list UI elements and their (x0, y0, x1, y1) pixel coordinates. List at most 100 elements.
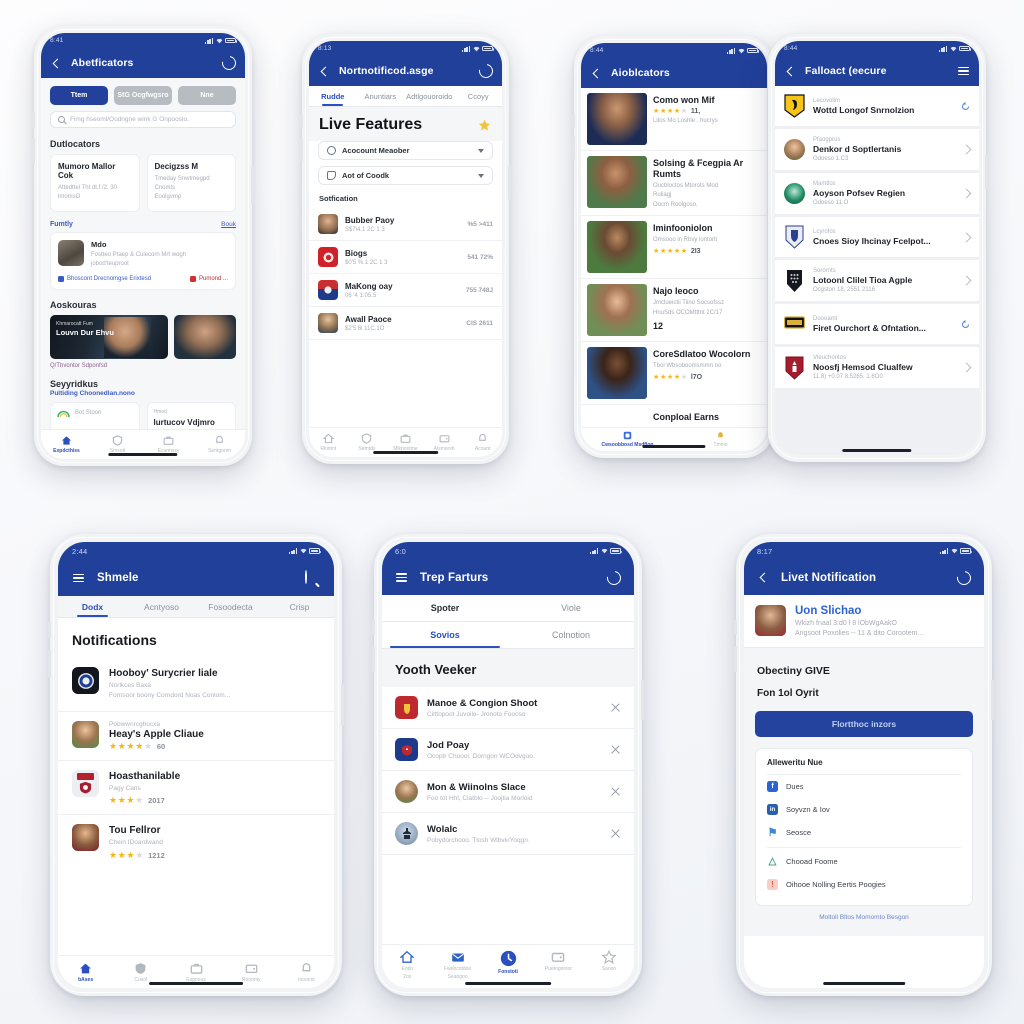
nav-item-shield[interactable]: Cuvol (113, 962, 168, 983)
nav-item-home[interactable]: bAses (58, 962, 113, 983)
tab-ccoyy[interactable]: Ccoyy (454, 86, 502, 106)
chevron-right-icon[interactable] (961, 275, 972, 286)
nav-item-wallet[interactable]: Puetogontor (533, 950, 583, 972)
chevron-right-icon[interactable] (961, 362, 972, 373)
chevron-right-icon[interactable] (961, 232, 972, 242)
list-item[interactable]: MaKong oay 06 '4 1:05.5 755 748J (309, 274, 502, 307)
tab-adtlgouoroido[interactable]: Adtlgouoroido (404, 86, 454, 106)
sync-icon[interactable] (961, 319, 970, 329)
tab-acntyoso[interactable]: Acntyoso (127, 596, 196, 617)
team-row[interactable]: Doooamt Firet Ourchort & Ofntation... (775, 304, 979, 347)
tab-viole[interactable]: Viole (508, 595, 634, 621)
refresh-icon[interactable] (476, 61, 496, 81)
hamburger-icon[interactable] (395, 571, 408, 584)
filter-chip-2[interactable]: Nne (178, 86, 236, 105)
share-item-facebook[interactable]: f Dues (767, 775, 961, 798)
footer-link[interactable]: Moltoll Bltos Momomto Besgon (755, 906, 973, 925)
nav-item-home[interactable]: Expdcthiss (41, 435, 92, 454)
dropdown-aot-of-coodk[interactable]: Aot of Coodk (318, 166, 493, 185)
app-list-item[interactable]: Solsing & Fcegpia Ar Rumts Oucbloctos Mt… (581, 151, 767, 217)
back-icon[interactable] (757, 571, 770, 584)
team-row[interactable]: Vleuchontos Noosfj Hemsod Clualfew 11.8)… (775, 347, 979, 388)
nav-item-briefcase[interactable]: Ecunnssy (143, 435, 194, 454)
list-item[interactable]: Bubber Paoy S$7i4.1 2C 1 3 %5 >411 (309, 208, 502, 241)
notification-item[interactable]: Tou Fellror Chein IDoardwand ★ ★ ★ ★ 1212 (58, 815, 334, 868)
feature-card-tag-right[interactable]: Pumond ... (189, 275, 228, 282)
back-icon[interactable] (590, 67, 603, 80)
back-icon[interactable] (318, 65, 331, 78)
tab-sovios[interactable]: Sovios (382, 622, 508, 648)
media-thumb[interactable] (173, 314, 236, 359)
tab-dodx[interactable]: Dodx (58, 596, 127, 617)
chevron-right-icon[interactable] (961, 144, 972, 155)
refresh-icon[interactable] (604, 567, 624, 588)
family-link[interactable]: Bouk (221, 221, 236, 228)
chevron-right-icon[interactable] (961, 188, 972, 199)
search-icon[interactable] (305, 569, 320, 586)
tab-crisp[interactable]: Crisp (265, 596, 334, 617)
feature-row[interactable]: Manoe & Congion Shoot Cilttopoot Juvoilo… (382, 687, 634, 729)
primary-cta-button[interactable]: Flortthoc inzors (755, 711, 973, 737)
close-icon[interactable] (610, 828, 621, 839)
tab-spoter[interactable]: Spoter (382, 595, 508, 621)
app-list-item[interactable]: Najo Ieoco Jmclueictii Tiino Socsofssz H… (581, 279, 767, 343)
nav-item-bell[interactable]: Sentgonm (194, 435, 245, 454)
nav-item-briefcase[interactable]: Mlknontme (386, 433, 425, 452)
nav-item-bell[interactable]: Ioounnt (279, 962, 334, 983)
team-row[interactable]: Pfaogpros Denkor d Soptlertanis Gdoeso 1… (775, 129, 979, 173)
nav-item-mail[interactable]: Fwebcotdoo Seangoo (432, 950, 482, 981)
search-input[interactable]: Fimg hseoml/Oodngne wink G Onpooslo. (50, 111, 236, 128)
app-list-item[interactable]: Como won Mif ★ ★ ★ ★ ★ 11, Litos Mo Loshle .… (581, 88, 767, 151)
nav-item-home[interactable]: Eotio 2os (382, 950, 432, 981)
dropdown-account-member[interactable]: Acocount Meaober (318, 141, 493, 160)
app-list-item[interactable]: Iminfooniolon Omsooo in Rbvy lontorti ★ ★… (581, 216, 767, 280)
app-list-item[interactable]: CoreSdlatoo Wocolorn Tbol Wbsoboomsmmn n… (581, 342, 767, 406)
share-item-linkedin[interactable]: in Soyvzn & Iov (767, 798, 961, 821)
media-hero[interactable]: Khmarocatt Fum Louvn Dur Ehvu (50, 314, 168, 359)
close-icon[interactable] (610, 744, 621, 755)
team-row[interactable]: Lcyrofos Cnoes Sioy Ihcinay Fcelpot... (775, 217, 979, 260)
nav-item-wallet[interactable]: Rooonty (224, 962, 279, 983)
close-icon[interactable] (610, 786, 621, 797)
notification-item[interactable]: Pobwwnrcghocxa Heay's Apple Cliaue ★ ★ ★ ★ ★… (58, 712, 334, 761)
tab-anuntiars[interactable]: Anuntiars (357, 86, 405, 106)
mini-card-0[interactable]: Mumoro Mallor Cok Attedttel Tht dt.f /2.… (50, 154, 140, 212)
tab-fosoodecta[interactable]: Fosoodecta (196, 596, 265, 617)
share-item-share[interactable]: △ Chooad Foome (767, 847, 961, 873)
nav-item-clock[interactable]: Fonstoti (483, 950, 533, 975)
team-row[interactable]: Lecovolim Wottd Longof Snrnolzion (775, 86, 979, 129)
mini-card-1[interactable]: Decigzss M Tmeday Snwtmegpd Cnomts Eoolg… (146, 154, 236, 212)
list-item[interactable]: Awall Paoce $2'5 6l 11C.1O CIS 2611 (309, 307, 502, 340)
share-item-twitter[interactable]: ⚑ Seosce (767, 821, 961, 844)
feature-card-tag-left[interactable]: Bhoscont Drecnomgse Erixtesd (58, 275, 151, 282)
back-icon[interactable] (784, 65, 797, 78)
feature-row[interactable]: Wolalc Pobydorchooo. Tlosh Wlbvk/Yoqgn. (382, 813, 634, 855)
nav-item-briefcase[interactable]: Esgoous (168, 962, 223, 983)
tab-colnotion[interactable]: Colnotion (508, 622, 634, 648)
team-row[interactable]: Mamtlos Aoyson Pofsev Regien Gdoeso 11.O (775, 173, 979, 217)
back-icon[interactable] (50, 57, 63, 70)
profile-card[interactable]: Uon Slichao Wkizh fnaal 3:d0 l 8 lObWgAa… (744, 595, 984, 648)
nav-item-star[interactable]: Saoso (584, 950, 634, 972)
hamburger-icon[interactable] (72, 572, 85, 585)
feature-card[interactable]: Mdo Fostteo Ptaep & Culecorn Mrt wogh jo… (50, 232, 236, 290)
nav-item-home[interactable]: Rlomnt (309, 433, 348, 452)
share-item-alert[interactable]: ! Oihooe Nolling Eertis Poogies (767, 873, 961, 896)
nav-item-bell[interactable]: Acount (463, 433, 502, 452)
refresh-icon[interactable] (954, 567, 974, 588)
tab-rudde[interactable]: Rudde (309, 86, 357, 106)
filter-chip-0[interactable]: Ttem (50, 86, 108, 105)
filter-chip-1[interactable]: StG Ocgfwgsro (114, 86, 172, 105)
notification-item[interactable]: Hooboy' Surycrier liale Norlkces Baxa Fo… (58, 658, 334, 712)
feature-row[interactable]: Jod Poay Ocoptr Choooi. Dorngon WCOdvgoo… (382, 729, 634, 771)
list-item[interactable]: Biogs $0'5 %.1 2C 1 3 541 72% (309, 241, 502, 274)
notification-item[interactable]: Hoasthanilable Pagy Cans ★ ★ ★ ★ 2017 (58, 761, 334, 816)
nav-item-shield[interactable]: Semtds (348, 433, 387, 452)
feature-row[interactable]: Mon & Wiinolns Slace Foo tot Hhl, Clatbl… (382, 771, 634, 813)
sync-icon[interactable] (961, 101, 970, 111)
close-icon[interactable] (610, 702, 621, 713)
team-row[interactable]: Sorornts Lotoonl Clilel Tioa Agple Ocgst… (775, 260, 979, 304)
nav-item-shield[interactable]: Smsott (92, 435, 143, 454)
hamburger-icon[interactable] (957, 65, 970, 78)
refresh-icon[interactable] (219, 53, 239, 73)
